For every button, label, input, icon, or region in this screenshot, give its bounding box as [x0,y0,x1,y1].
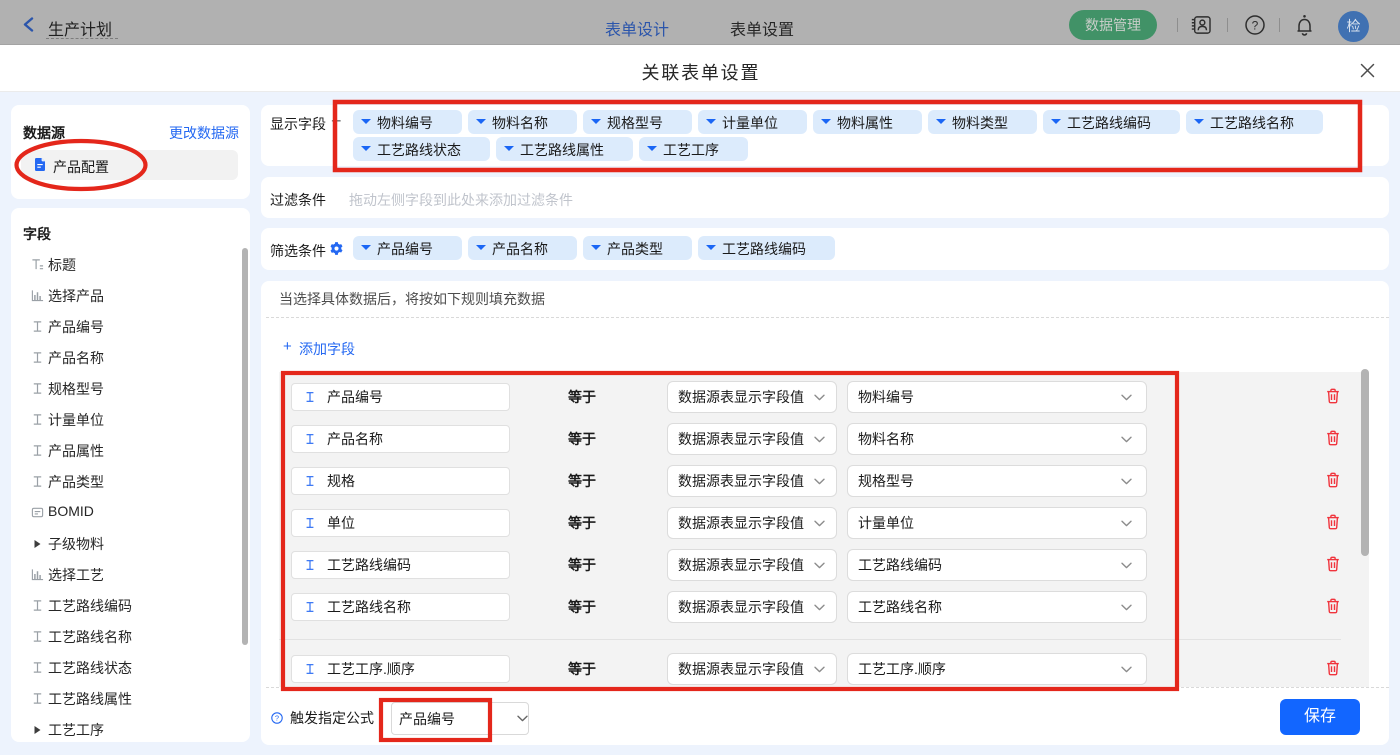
svg-text:?: ? [275,714,279,723]
svg-text:?: ? [1252,18,1259,32]
